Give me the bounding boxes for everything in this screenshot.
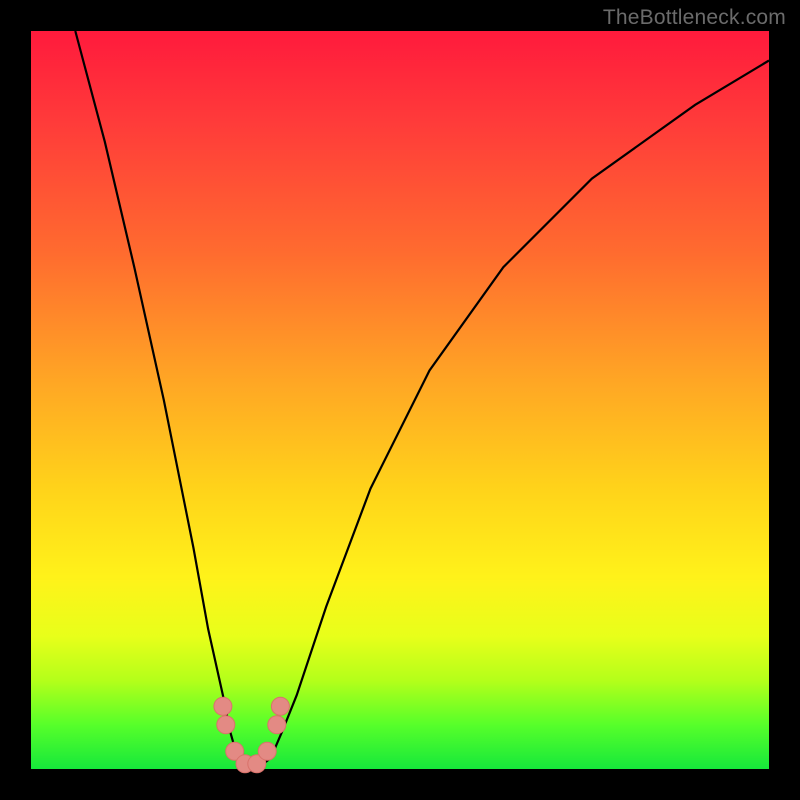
chart-svg — [31, 31, 769, 769]
marker-dot — [268, 716, 286, 734]
marker-dot — [214, 697, 232, 715]
outer-frame: TheBottleneck.com — [0, 0, 800, 800]
plot-area — [31, 31, 769, 769]
marker-dot — [271, 697, 289, 715]
marker-dot — [258, 742, 276, 760]
watermark-text: TheBottleneck.com — [603, 6, 786, 30]
marker-dot — [217, 716, 235, 734]
bottleneck-curve — [75, 31, 769, 767]
marker-group — [214, 697, 290, 773]
